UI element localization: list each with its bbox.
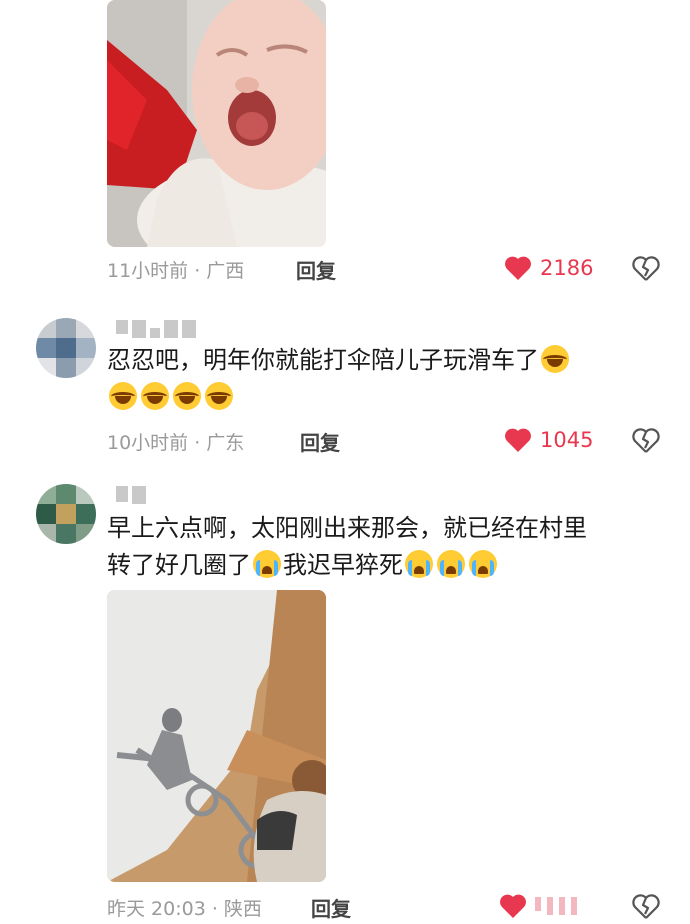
- heart-icon: [505, 256, 531, 280]
- comment-2-avatar[interactable]: [36, 318, 96, 378]
- heart-icon: [505, 428, 531, 452]
- comment-3-like-button[interactable]: [499, 893, 577, 919]
- comment-1-time-location: 11小时前 · 广西: [107, 260, 245, 282]
- comment-3-text-line-2b: 我迟早猝死: [283, 551, 403, 579]
- comment-3-username[interactable]: [116, 486, 146, 504]
- comment-3-like-count-obscured: [535, 897, 577, 915]
- comment-2-like-button[interactable]: 1045: [504, 427, 593, 453]
- laugh-emoji-icon: [541, 345, 569, 373]
- laugh-emoji-icon: [109, 382, 137, 410]
- comment-2-time-location: 10小时前 · 广东: [107, 432, 245, 454]
- laugh-emoji-icon: [205, 382, 233, 410]
- comment-2-reply-button[interactable]: 回复: [300, 427, 340, 456]
- crying-baby-photo: [107, 0, 326, 247]
- comment-3-time-location: 昨天 20:03 · 陕西: [107, 898, 262, 920]
- comment-1-reply-button[interactable]: 回复: [296, 255, 336, 284]
- heart-icon: [500, 894, 526, 918]
- cry-emoji-icon: [437, 550, 465, 578]
- cry-emoji-icon: [253, 550, 281, 578]
- comment-2-like-count: 1045: [540, 428, 594, 452]
- broken-heart-icon: [632, 256, 660, 281]
- comment-1-dislike-button[interactable]: [632, 256, 660, 286]
- comment-2-dislike-button[interactable]: [632, 428, 660, 458]
- comment-2-text-line: 忍忍吧，明年你就能打伞陪儿子玩滑车了: [107, 346, 539, 374]
- comment-3-avatar[interactable]: [36, 484, 96, 544]
- comment-1-like-button[interactable]: 2186: [504, 255, 593, 281]
- comment-2-text: 忍忍吧，明年你就能打伞陪儿子玩滑车了: [107, 342, 667, 416]
- broken-heart-icon: [632, 428, 660, 453]
- comment-3-text-line-1: 早上六点啊，太阳刚出来那会，就已经在村里: [107, 514, 587, 542]
- laugh-emoji-icon: [141, 382, 169, 410]
- comment-image-crying-baby[interactable]: [107, 0, 326, 247]
- comment-3-reply-button[interactable]: 回复: [311, 893, 351, 922]
- comment-3-text-line-2: 转了好几圈了: [107, 551, 251, 579]
- cry-emoji-icon: [469, 550, 497, 578]
- shadow-scooter-photo: [107, 590, 326, 882]
- cry-emoji-icon: [405, 550, 433, 578]
- comment-1-like-count: 2186: [540, 256, 594, 280]
- laugh-emoji-icon: [173, 382, 201, 410]
- comment-3-image-shadow-scooter[interactable]: [107, 590, 326, 882]
- comment-3-text: 早上六点啊，太阳刚出来那会，就已经在村里 转了好几圈了 我迟早猝死: [107, 510, 667, 584]
- comment-2-username[interactable]: [116, 320, 196, 338]
- broken-heart-icon: [632, 894, 660, 919]
